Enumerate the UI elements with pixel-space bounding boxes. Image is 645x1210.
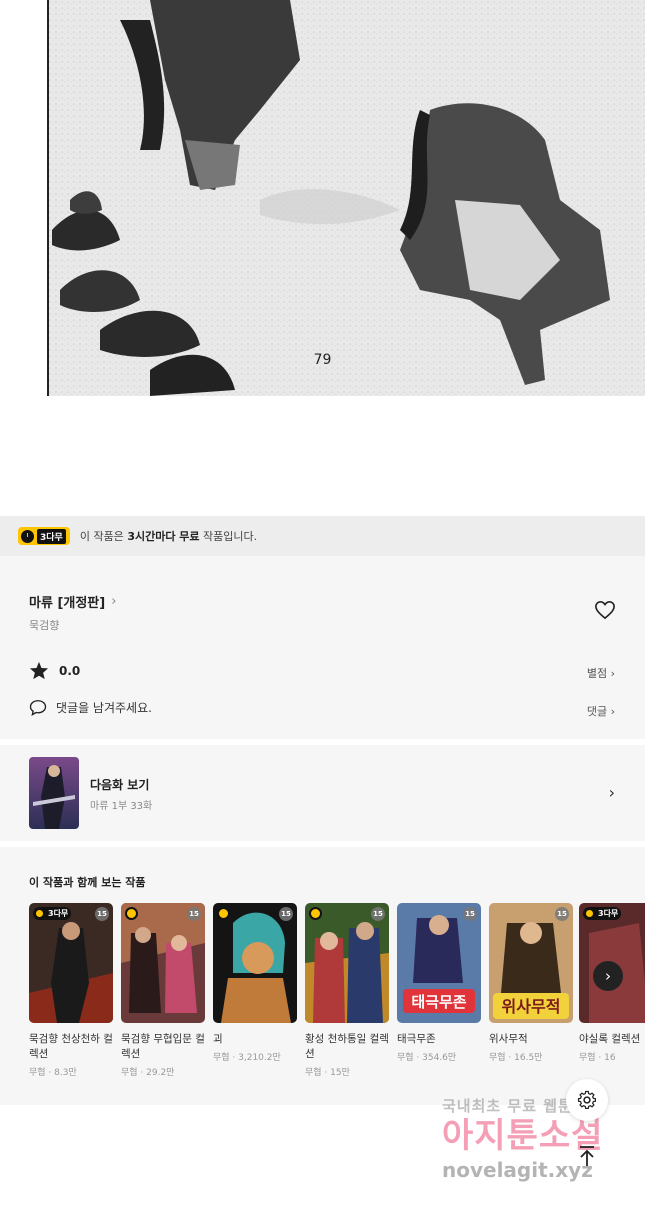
related-card[interactable]: 위사무적 15 위사무적 무협 · 16.5만 (489, 903, 573, 1063)
age-rating-badge: 15 (555, 907, 569, 921)
card-title: 괴 (213, 1033, 223, 1045)
rating-value: 0.0 (59, 663, 81, 678)
series-title-link[interactable]: 마류 [개정판] › (29, 592, 116, 611)
age-rating-badge: 15 (371, 907, 385, 921)
svg-text:태극무존: 태극무존 (411, 993, 466, 1011)
card-title: 황성 천하통일 컬렉션 (305, 1033, 389, 1060)
heart-icon[interactable] (594, 600, 616, 620)
cover-image: 15 (213, 903, 297, 1023)
settings-button[interactable] (566, 1079, 608, 1121)
related-card[interactable]: 15 묵검향 무협입문 컬렉션 무협 · 29.2만 (121, 903, 205, 1078)
related-works-section: 이 작품과 함께 보는 작품 3다무 15 묵검향 천상천하 컬렉션 무협 · … (0, 847, 645, 1105)
next-episode-title: 다음화 보기 (90, 778, 150, 792)
card-title: 묵검향 천상천하 컬렉션 (29, 1033, 113, 1060)
chevron-right-icon: › (111, 594, 117, 609)
comment-link[interactable]: 댓글 › (587, 703, 615, 719)
clock-icon (217, 907, 230, 920)
clock-icon (21, 529, 34, 543)
next-episode-subtitle: 마류 1부 33화 (90, 801, 153, 812)
related-card[interactable]: 15 괴 무협 · 3,210.2만 (213, 903, 297, 1063)
wait-free-badge: 3다무 (18, 527, 70, 545)
free-notice-text: 이 작품은 3시간마다 무료 작품입니다. (79, 530, 258, 543)
card-title: 위사무적 (489, 1033, 528, 1045)
age-rating-badge: 15 (95, 907, 109, 921)
comment-input-row[interactable]: 댓글을 남겨주세요. (29, 699, 152, 716)
cover-image: 15 (121, 903, 205, 1023)
chevron-right-icon: › (605, 967, 611, 985)
cover-image: 위사무적 15 (489, 903, 573, 1023)
watermark-line2: 아지툰소설 (442, 1116, 604, 1156)
clock-icon (309, 907, 322, 920)
age-rating-badge: 15 (279, 907, 293, 921)
cover-image: 3다무 15 (29, 903, 113, 1023)
cover-image: 태극무존 15 (397, 903, 481, 1023)
arrow-up-icon (580, 1146, 594, 1166)
clock-icon (584, 908, 595, 919)
cover-image: 15 (305, 903, 389, 1023)
svg-text:위사무적: 위사무적 (502, 997, 561, 1016)
rating-link[interactable]: 별점 › (587, 665, 615, 681)
card-meta: 무협 · 16 (579, 1053, 616, 1063)
series-title: 마류 [개정판] (29, 596, 106, 611)
related-card[interactable]: 3다무 15 묵검향 천상천하 컬렉션 무협 · 8.3만 (29, 903, 113, 1078)
card-title: 태극무존 (397, 1033, 436, 1045)
chevron-right-icon: › (610, 705, 615, 718)
series-author: 묵검향 (29, 619, 60, 632)
speech-bubble-icon (29, 700, 47, 716)
next-episode-thumbnail (29, 757, 79, 829)
next-episode-row[interactable]: 다음화 보기 마류 1부 33화 › (0, 745, 645, 841)
scroll-to-top-button[interactable] (568, 1137, 606, 1175)
gear-icon (577, 1090, 597, 1110)
age-rating-badge: 15 (463, 907, 477, 921)
carousel-next-button[interactable]: › (593, 961, 623, 991)
comic-panel: 79 (0, 0, 645, 400)
watermark: 국내최초 무료 웹툰 아지툰소설 novelagit.xyz (442, 1095, 642, 1182)
chevron-right-icon: › (610, 667, 615, 680)
card-title: 야실록 컬렉션 (579, 1033, 641, 1045)
related-card[interactable]: 태극무존 15 태극무존 무협 · 354.6만 (397, 903, 481, 1063)
chevron-right-icon: › (608, 783, 615, 802)
rating-row: 0.0 (29, 661, 80, 680)
clock-icon (125, 907, 138, 920)
card-title: 묵검향 무협입문 컬렉션 (121, 1033, 205, 1060)
card-meta: 무협 · 29.2만 (121, 1068, 175, 1078)
wait-free-badge-label: 3다무 (37, 528, 66, 544)
series-info-panel: 마류 [개정판] › 묵검향 0.0 별점 › 댓글을 남겨주세요. 댓글 › (0, 556, 645, 739)
clock-icon (34, 908, 45, 919)
age-rating-badge: 15 (187, 907, 201, 921)
comment-placeholder: 댓글을 남겨주세요. (56, 701, 152, 715)
related-card[interactable]: 15 황성 천하통일 컬렉션 무협 · 15만 (305, 903, 389, 1078)
star-icon (29, 661, 49, 680)
watermark-line3: novelagit.xyz (442, 1158, 593, 1182)
free-notice-banner: 3다무 이 작품은 3시간마다 무료 작품입니다. (0, 516, 645, 556)
watermark-line1: 국내최초 무료 웹툰 (442, 1097, 573, 1115)
card-meta: 무협 · 8.3만 (29, 1068, 77, 1078)
card-meta: 무협 · 15만 (305, 1068, 350, 1078)
card-meta: 무협 · 16.5만 (489, 1053, 543, 1063)
card-meta: 무협 · 354.6만 (397, 1053, 457, 1063)
related-heading: 이 작품과 함께 보는 작품 (29, 876, 146, 889)
card-meta: 무협 · 3,210.2만 (213, 1053, 281, 1063)
page-number: 79 (313, 352, 332, 368)
comic-artwork (47, 0, 645, 396)
